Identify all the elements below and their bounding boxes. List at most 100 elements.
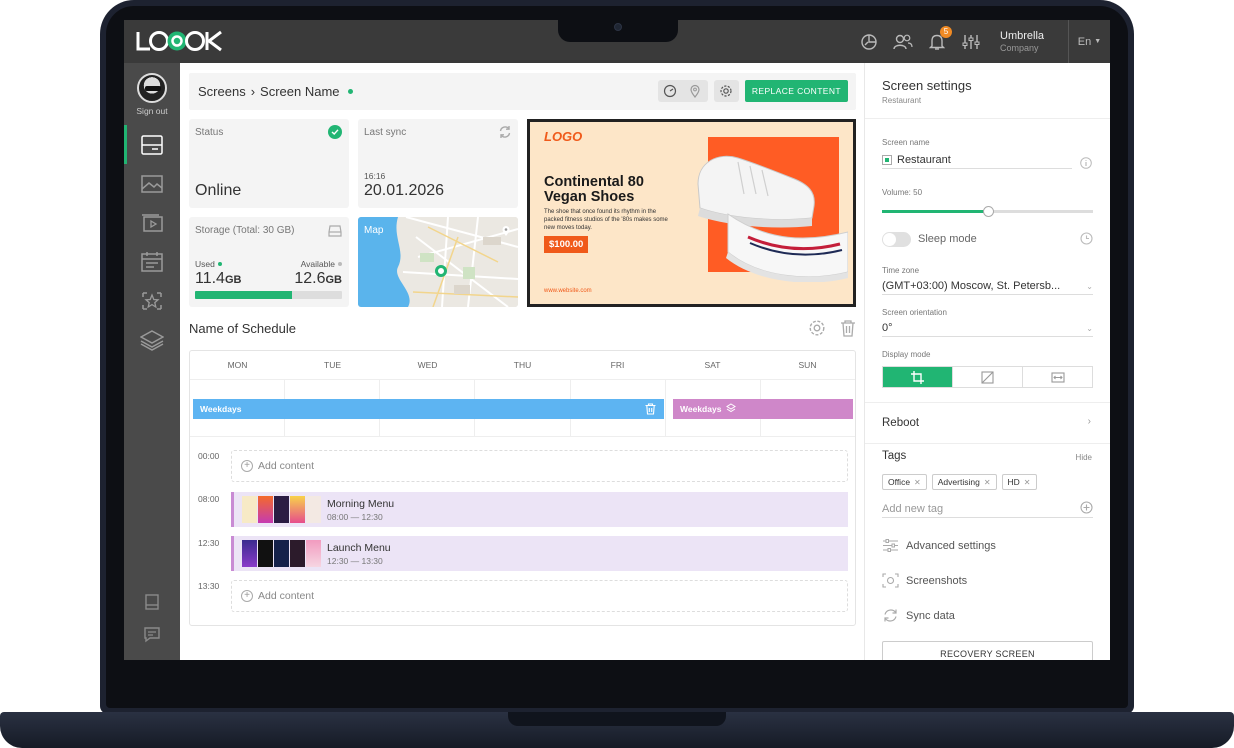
info-icon[interactable] — [1080, 156, 1092, 174]
sleep-mode-toggle[interactable] — [882, 231, 911, 247]
advanced-settings-link[interactable]: Advanced settings — [882, 538, 996, 553]
sidebar-item-chat[interactable] — [124, 618, 180, 650]
stretch-icon — [981, 370, 994, 384]
display-mode-fit[interactable] — [1023, 367, 1092, 387]
thumbnail — [258, 540, 273, 567]
app-screen: 5 Umbrella Company En ▼ Sign out Screens… — [124, 20, 1110, 660]
notification-badge: 5 — [940, 26, 952, 38]
schedule-delete-trash-icon[interactable] — [840, 319, 856, 342]
reboot-label: Reboot — [882, 417, 920, 429]
trash-icon[interactable] — [645, 403, 656, 417]
remove-tag-icon[interactable]: ✕ — [984, 478, 991, 487]
screen-settings-button[interactable] — [713, 80, 739, 102]
screen-color-swatch[interactable] — [882, 155, 892, 165]
weekend-schedule-bar[interactable]: Weekdays — [673, 399, 853, 419]
orientation-select[interactable]: 0° ⌄ — [882, 320, 1093, 337]
orientation-label: Screen orientation — [882, 308, 947, 317]
users-icon[interactable] — [886, 20, 920, 63]
playlist-slot-launch[interactable]: Launch Menu 12:30 — 13:30 — [231, 536, 848, 571]
reboot-row[interactable]: Reboot › — [865, 402, 1110, 444]
screenshot-icon — [882, 573, 899, 588]
laptop-hinge-groove — [508, 712, 726, 726]
recovery-screen-button[interactable]: RECOVERY SCREEN — [882, 641, 1093, 660]
screen-location-marker[interactable] — [435, 265, 447, 277]
images-icon — [141, 174, 163, 193]
map-view-button[interactable] — [683, 80, 708, 102]
add-circle-icon[interactable] — [1080, 500, 1093, 517]
screen-name-value: Restaurant — [897, 154, 951, 166]
screenshots-link[interactable]: Screenshots — [882, 573, 967, 588]
layers-icon — [140, 329, 164, 351]
volume-slider[interactable] — [882, 206, 1093, 217]
sidebar-item-widgets[interactable] — [124, 281, 180, 320]
timezone-select[interactable]: (GMT+03:00) Moscow, St. Petersb... ⌄ — [882, 278, 1093, 295]
available-value: 12.6GB — [294, 270, 342, 287]
remove-tag-icon[interactable]: ✕ — [1024, 478, 1031, 487]
sidebar-item-screens[interactable] — [124, 125, 180, 164]
fit-icon — [1050, 371, 1065, 383]
thumbnail — [274, 540, 289, 567]
sidebar-item-videos[interactable] — [124, 203, 180, 242]
user-menu[interactable]: Sign out — [124, 63, 180, 125]
remove-tag-icon[interactable]: ✕ — [914, 478, 921, 487]
view-toggle — [657, 80, 708, 102]
refresh-icon[interactable] — [498, 125, 512, 144]
breadcrumb-separator: › — [250, 84, 256, 99]
display-mode-selector — [882, 366, 1093, 388]
sidebar-item-layers[interactable] — [124, 320, 180, 359]
tag-chip[interactable]: HD ✕ — [1001, 474, 1037, 490]
sign-out-link[interactable]: Sign out — [136, 106, 167, 116]
gear-icon — [720, 85, 732, 97]
status-value: Online — [195, 182, 242, 199]
screen-bottom-bezel — [124, 660, 1110, 682]
day-header: WED — [417, 360, 438, 370]
tag-chip[interactable]: Advertising ✕ — [931, 474, 997, 490]
map-card[interactable]: Map — [358, 217, 518, 307]
analytics-icon[interactable] — [852, 20, 886, 63]
promo-description: The shoe that once found its rhythm in t… — [544, 209, 668, 231]
weekdays-schedule-bar[interactable]: Weekdays — [193, 399, 664, 419]
camera-notch — [558, 20, 678, 42]
book-icon — [145, 594, 159, 610]
add-content-slot[interactable]: + Add content — [231, 580, 848, 612]
company-switcher[interactable]: Umbrella Company — [1000, 30, 1060, 53]
playlist-thumbnails — [242, 496, 321, 523]
breadcrumb-root[interactable]: Screens — [198, 84, 246, 99]
schedule-settings-gear-icon[interactable] — [808, 319, 826, 342]
day-header: SUN — [798, 360, 817, 370]
sliders-icon[interactable] — [954, 20, 988, 63]
look-logo[interactable] — [136, 29, 224, 53]
sidebar-item-images[interactable] — [124, 164, 180, 203]
breadcrumb: Screens › Screen Name — [198, 84, 353, 99]
sync-icon — [884, 609, 897, 622]
screen-name-field[interactable]: Restaurant — [882, 152, 1072, 169]
volume-slider-handle[interactable] — [982, 206, 994, 217]
sync-data-link[interactable]: Sync data — [882, 608, 955, 623]
display-mode-crop[interactable] — [883, 367, 953, 387]
promo-logo: LOGO — [544, 129, 583, 144]
content-preview[interactable]: LOGO Continental 80 Vegan Shoes The shoe… — [527, 119, 856, 307]
display-mode-stretch[interactable] — [953, 367, 1023, 387]
tags-hide-link[interactable]: Hide — [1076, 453, 1092, 462]
thumbnail — [274, 496, 289, 523]
promo-website: www.website.com — [544, 288, 592, 294]
language-selector[interactable]: En ▼ — [1068, 20, 1110, 63]
new-tag-input[interactable]: Add new tag — [882, 500, 1093, 518]
sidebar-item-schedule[interactable] — [124, 242, 180, 281]
dashboard-view-button[interactable] — [658, 80, 683, 102]
playlist-title: Morning Menu — [327, 497, 395, 510]
main-content: Screens › Screen Name REPLACE CONTENT St… — [180, 63, 864, 660]
bell-icon[interactable]: 5 — [920, 20, 954, 63]
sync-data-label: Sync data — [906, 609, 955, 622]
storage-progress-fill — [195, 291, 293, 299]
clock-icon[interactable] — [1080, 232, 1093, 248]
tag-chip[interactable]: Office ✕ — [882, 474, 927, 490]
avatar[interactable] — [137, 72, 167, 103]
settings-subtitle: Restaurant — [882, 96, 922, 105]
sidebar-item-docs[interactable] — [124, 586, 180, 618]
replace-content-button[interactable]: REPLACE CONTENT — [744, 80, 848, 102]
screens-icon — [141, 134, 163, 155]
star-icon — [142, 291, 162, 310]
add-content-slot[interactable]: + Add content — [231, 450, 848, 482]
playlist-slot-morning[interactable]: Morning Menu 08:00 — 12:30 — [231, 492, 848, 527]
